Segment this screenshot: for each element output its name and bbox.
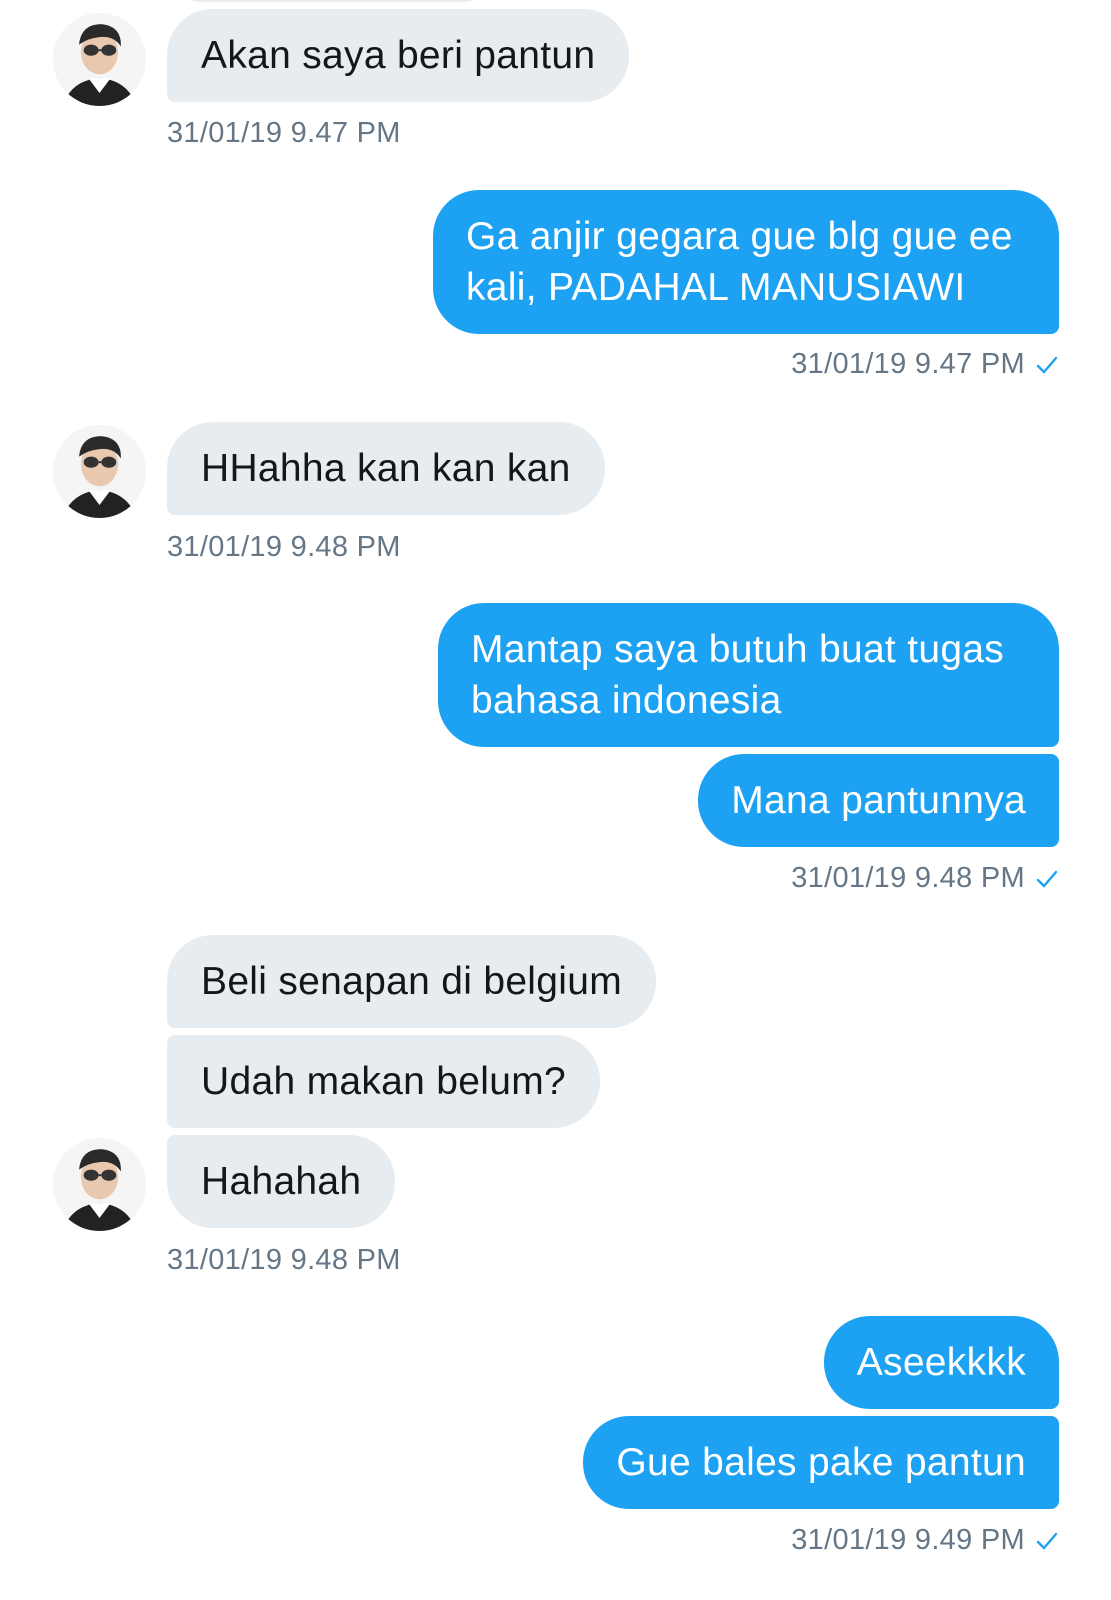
incoming-message[interactable]: Beli senapan di belgium: [167, 935, 657, 1028]
timestamp: 31/01/19 9.47 PM: [791, 348, 1059, 381]
avatar-icon[interactable]: [53, 425, 146, 518]
checkmark-icon: [1036, 356, 1058, 374]
outgoing-message[interactable]: Aseekkkk: [823, 1316, 1059, 1409]
incoming-message[interactable]: Hahahah: [167, 1135, 396, 1228]
partial-bubble: [167, 0, 497, 2]
outgoing-message[interactable]: Mantap saya butuh buat tugas bahasa indo…: [438, 603, 1059, 747]
timestamp: 31/01/19 9.48 PM: [167, 1244, 401, 1276]
checkmark-icon: [1036, 1532, 1058, 1550]
avatar-icon[interactable]: [53, 1138, 146, 1231]
incoming-message[interactable]: Akan saya beri pantun: [167, 9, 630, 102]
timestamp-text: 31/01/19 9.48 PM: [791, 862, 1025, 894]
timestamp-text: 31/01/19 9.47 PM: [791, 348, 1025, 380]
outgoing-message[interactable]: Ga anjir gegara gue blg gue ee kali, PAD…: [433, 190, 1059, 334]
timestamp-text: 31/01/19 9.49 PM: [791, 1524, 1025, 1556]
timestamp: 31/01/19 9.47 PM: [167, 117, 401, 149]
outgoing-message[interactable]: Gue bales pake pantun: [583, 1416, 1059, 1509]
checkmark-icon: [1036, 870, 1058, 888]
avatar-icon[interactable]: [53, 13, 146, 106]
incoming-message[interactable]: Udah makan belum?: [167, 1035, 600, 1128]
timestamp: 31/01/19 9.48 PM: [791, 862, 1059, 895]
incoming-message[interactable]: HHahha kan kan kan: [167, 422, 605, 515]
timestamp: 31/01/19 9.48 PM: [167, 531, 401, 563]
timestamp: 31/01/19 9.49 PM: [791, 1524, 1059, 1557]
outgoing-message[interactable]: Mana pantunnya: [698, 754, 1059, 847]
